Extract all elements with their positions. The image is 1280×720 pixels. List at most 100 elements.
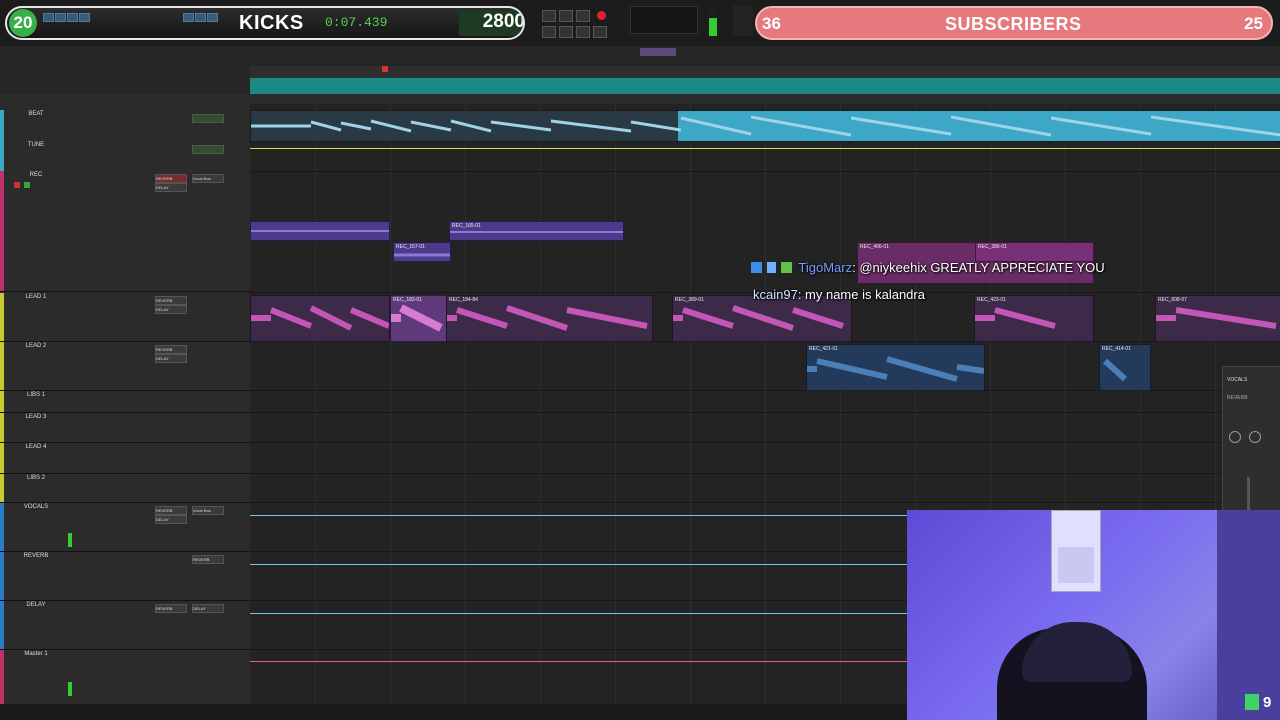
track-tune[interactable]: TUNE (0, 141, 250, 172)
input-monitor-button[interactable] (24, 182, 30, 188)
webcam-feed: 9 (907, 510, 1280, 720)
track-name[interactable]: BEAT (8, 111, 64, 117)
track-master[interactable]: Master 1 (0, 650, 250, 705)
beat-clip[interactable] (250, 110, 1280, 142)
forward-button[interactable] (576, 26, 590, 38)
back-button[interactable] (559, 26, 573, 38)
grid-tool-icon[interactable] (207, 13, 218, 22)
volume-knob-icon[interactable] (1229, 431, 1241, 443)
input-selector[interactable]: Vocal Bus (192, 506, 224, 515)
rec-clip[interactable] (250, 221, 390, 241)
track-lead-1[interactable]: LEAD 1 REVERB DELAY (0, 293, 250, 342)
lead1-clip[interactable]: REC_183-01 (390, 295, 448, 342)
master-meter (68, 682, 72, 696)
play-button[interactable] (576, 10, 590, 22)
track-name[interactable]: Master 1 (8, 651, 64, 657)
track-name[interactable]: LEAD 4 (8, 444, 64, 450)
track-vocals[interactable]: VOCALS REVERB DELAY Vocal Bus (0, 503, 250, 552)
track-rec[interactable]: REC REVERB DELAY Vocal Bus (0, 171, 250, 292)
lead2-clip[interactable]: REC_421-01 (806, 344, 985, 391)
track-color-strip (0, 293, 4, 341)
track-lead-4[interactable]: LEAD 4 (0, 443, 250, 474)
tempo-ruler-bar[interactable] (250, 78, 1280, 94)
rec-clip[interactable]: REC_165-01 (449, 221, 624, 241)
output-meter (709, 6, 717, 36)
track-name[interactable]: LIBS 1 (8, 392, 64, 398)
track-beat[interactable]: BEAT (0, 110, 250, 142)
track-libs-2[interactable]: LIBS 2 (0, 474, 250, 503)
transport-bar: 20 KICKS 0:07.439 2800 36 SUBSCRIBERS 25 (0, 0, 1280, 47)
pencil-tool-icon[interactable] (183, 13, 194, 22)
track-name[interactable]: LEAD 2 (8, 343, 64, 349)
doorframe (1217, 510, 1280, 720)
input-selector[interactable]: Vocal Bus (192, 174, 224, 183)
selector-tool-icon[interactable] (67, 13, 78, 22)
track-name[interactable]: LEAD 1 (8, 294, 64, 300)
end-button[interactable] (593, 26, 607, 38)
beat-waveform (251, 115, 1280, 137)
track-delay[interactable]: DELAY REVERB DELAY (0, 601, 250, 650)
track-reverb[interactable]: REVERB REVERB (0, 552, 250, 601)
input-selector[interactable]: DELAY (192, 604, 224, 613)
chat-badge-icons (751, 262, 795, 273)
timeline-ruler[interactable] (250, 66, 1280, 78)
output-selector[interactable] (192, 114, 224, 123)
send-reverb[interactable]: REVERB (155, 604, 187, 613)
subscribers-overlay: 36 SUBSCRIBERS 25 (755, 6, 1273, 40)
fader[interactable] (1247, 477, 1250, 513)
lead1-clip[interactable]: REC_184-84 (446, 295, 653, 342)
zoom-tool-icon[interactable] (43, 13, 54, 22)
chat-message: TigoMarz: @niykeehix GREATLY APPRECIATE … (751, 260, 1105, 275)
lead1-clip[interactable]: REC_423-01 (974, 295, 1094, 342)
lead1-clip[interactable]: REC_389-01 (672, 295, 852, 342)
input-selector[interactable]: REVERB (192, 555, 224, 564)
send-reverb[interactable]: REVERB (155, 506, 187, 515)
output-window[interactable]: VOCALS REVERB (1222, 366, 1280, 518)
send-reverb[interactable]: REVERB (155, 296, 187, 305)
chat-username: kcain97 (753, 287, 798, 302)
send-delay[interactable]: DELAY (155, 183, 187, 192)
chat-text: : my name is kalandra (797, 287, 925, 302)
trim-tool-icon[interactable] (55, 13, 66, 22)
lead1-clip[interactable]: REC_608-07 (1155, 295, 1280, 342)
send-reverb[interactable]: REVERB (155, 345, 187, 354)
subscriber-count-left: 36 (762, 14, 781, 33)
track-name[interactable]: VOCALS (8, 504, 64, 510)
universe-view-thumb[interactable] (640, 48, 676, 56)
track-name[interactable]: REC (8, 172, 64, 178)
track-lead-2[interactable]: LEAD 2 REVERB DELAY (0, 342, 250, 391)
grid-nudge-display (733, 6, 753, 36)
track-color-strip (0, 552, 4, 600)
track-name[interactable]: LIBS 2 (8, 475, 64, 481)
pan-knob-icon[interactable] (1249, 431, 1261, 443)
track-color-strip (0, 503, 4, 551)
send-delay[interactable]: DELAY (155, 305, 187, 314)
record-enable-button[interactable] (14, 182, 20, 188)
output-selector[interactable] (192, 145, 224, 154)
track-name[interactable]: REVERB (8, 553, 64, 559)
track-name[interactable]: LEAD 3 (8, 414, 64, 420)
track-libs-1[interactable]: LIBS 1 (0, 391, 250, 413)
record-button[interactable] (597, 11, 606, 20)
rewind-button[interactable] (542, 10, 556, 22)
lead2-clip[interactable]: REC_414-01 (1099, 344, 1151, 391)
smart-tool-icon[interactable] (195, 13, 206, 22)
track-color-strip (0, 413, 4, 442)
lead1-clip[interactable] (250, 295, 390, 342)
track-name[interactable]: TUNE (8, 142, 64, 148)
send-delay[interactable]: DELAY (155, 354, 187, 363)
send-delay[interactable]: DELAY (155, 515, 187, 524)
grabber-tool-icon[interactable] (79, 13, 90, 22)
track-color-strip (0, 474, 4, 502)
send-reverb[interactable]: REVERB (155, 174, 187, 183)
kicks-overlay: 20 KICKS 0:07.439 2800 (5, 6, 525, 40)
track-name[interactable]: DELAY (8, 602, 64, 608)
vocals-volume-line (250, 515, 907, 516)
rec-clip[interactable]: REC_157-01 (393, 242, 451, 262)
main-counter: 0:07.439 (325, 15, 388, 30)
rec-clip[interactable]: REC_386-01 (975, 242, 1094, 262)
return-to-zero-button[interactable] (542, 26, 556, 38)
stop-button[interactable] (559, 10, 573, 22)
track-lead-3[interactable]: LEAD 3 (0, 413, 250, 443)
loop-start-marker[interactable] (382, 66, 388, 72)
